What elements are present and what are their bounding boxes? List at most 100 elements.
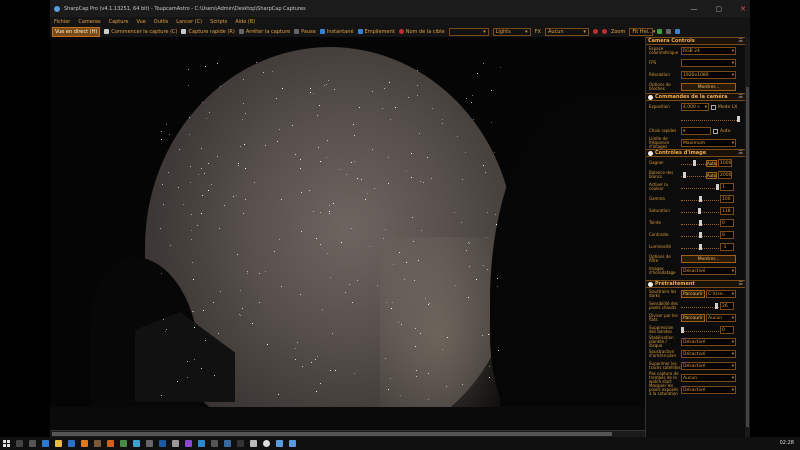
menu-scripts[interactable]: Scripts	[210, 19, 227, 25]
minimize-button[interactable]: —	[691, 5, 698, 13]
collapse-icon[interactable]	[648, 94, 653, 100]
target-name-button[interactable]: Nom de la cible	[398, 29, 445, 35]
gain-value[interactable]: 1000	[718, 159, 732, 167]
exposure-input[interactable]: 4,000 s ▾	[681, 103, 709, 111]
menu-cameras[interactable]: Cameras	[78, 19, 100, 25]
maximize-button[interactable]: ▢	[716, 5, 723, 13]
app-icon[interactable]	[237, 440, 244, 447]
slider-value[interactable]: 0	[720, 231, 734, 239]
white-balance-slider[interactable]	[681, 171, 706, 179]
slider-knob[interactable]	[681, 327, 684, 333]
slider-knob[interactable]	[715, 303, 718, 309]
app-icon[interactable]	[172, 440, 179, 447]
slider-knob[interactable]	[698, 208, 701, 214]
start-capture-button[interactable]: Commencer la capture (C)	[104, 29, 177, 35]
menu-view[interactable]: Vue	[136, 19, 145, 25]
lx-mode-checkbox[interactable]	[711, 104, 716, 110]
slider-knob[interactable]	[693, 160, 696, 166]
slider-knob[interactable]	[699, 220, 702, 226]
section-camera-commands[interactable]: Commandes de la caméra ☰	[646, 93, 746, 101]
gain-slider[interactable]	[681, 159, 706, 167]
adjust-slider[interactable]	[681, 195, 719, 203]
adjust-slider[interactable]	[681, 207, 719, 215]
target-name-select[interactable]: ▾	[448, 27, 489, 36]
panel-scrollbar-thumb[interactable]	[746, 87, 749, 427]
subtract-dark-select[interactable]: C:\Use... ▾	[706, 290, 736, 298]
crosshair-icon[interactable]	[601, 29, 607, 34]
menu-launch[interactable]: Lancer (C)	[176, 19, 202, 25]
quick-capture-button[interactable]: Capture rapide (R)	[181, 29, 235, 35]
background-sub-select[interactable]: Désactivé ▾	[681, 350, 736, 358]
menu-icon[interactable]: ☰	[739, 150, 743, 156]
menu-tools[interactable]: Outils	[154, 19, 168, 25]
color-enable-slider[interactable]	[681, 183, 719, 191]
stacking-button[interactable]: Empilement	[357, 29, 395, 35]
app-icon[interactable]	[211, 440, 218, 447]
photoshop-icon[interactable]	[159, 440, 166, 447]
app-icon[interactable]	[120, 440, 127, 447]
app-icon[interactable]	[224, 440, 231, 447]
pin-options-button[interactable]: Montrer...	[681, 83, 736, 91]
planet-stab-select[interactable]: Désactivé ▾	[681, 338, 736, 346]
slider-knob[interactable]	[716, 184, 719, 190]
search-icon[interactable]	[16, 440, 23, 447]
flat-browse-button[interactable]: Parcourir	[681, 314, 705, 322]
satellite-select[interactable]: Désactivé ▾	[681, 362, 736, 370]
mail-icon[interactable]	[68, 440, 75, 447]
slider-value[interactable]: 100	[720, 195, 734, 203]
menu-capture[interactable]: Capture	[109, 19, 129, 25]
pause-button[interactable]: Pause	[294, 29, 316, 35]
section-image-controls[interactable]: Contrôles d'image ☰	[646, 149, 746, 157]
slider-knob[interactable]	[683, 172, 686, 178]
wb-auto-button[interactable]: Auto	[706, 171, 717, 179]
histogram-icon[interactable]	[657, 29, 663, 34]
adjust-slider[interactable]	[681, 243, 719, 251]
vlc-icon[interactable]	[81, 440, 88, 447]
edge-icon[interactable]	[42, 440, 49, 447]
file-explorer-icon[interactable]	[55, 440, 62, 447]
scrollbar-thumb[interactable]	[52, 432, 612, 436]
slider-value[interactable]: -1	[720, 243, 734, 251]
hot-pixel-slider[interactable]	[681, 302, 719, 310]
sharpcap-icon[interactable]	[289, 440, 296, 447]
gear-icon[interactable]	[666, 29, 672, 34]
quick-choice-select[interactable]: ▾	[681, 127, 711, 135]
settings-icon[interactable]	[250, 440, 257, 447]
live-image-viewport[interactable]	[50, 37, 645, 430]
menu-icon[interactable]: ☰	[739, 94, 743, 100]
mask-select[interactable]: Désactivé ▾	[681, 386, 736, 394]
colorspace-select[interactable]: RGB 24 ▾	[681, 47, 736, 55]
app-icon[interactable]	[263, 440, 270, 447]
flat-select[interactable]: Aucun ▾	[706, 314, 736, 322]
app-icon[interactable]	[146, 440, 153, 447]
filter-options-button[interactable]: Montrer...	[681, 255, 736, 263]
hot-pixel-value[interactable]: 26	[720, 302, 734, 310]
framerate-limit-select[interactable]: Maximum ▾	[681, 139, 736, 147]
zoom-select[interactable]: Fit Hei... ▾	[629, 27, 655, 36]
slider-value[interactable]: 118	[720, 207, 734, 215]
slider-knob[interactable]	[699, 196, 702, 202]
close-button[interactable]: ✕	[740, 5, 746, 13]
section-preprocessing[interactable]: Prétraitement ☰	[646, 280, 746, 288]
auto-exposure-checkbox[interactable]	[713, 128, 718, 134]
chrome-icon[interactable]	[133, 440, 140, 447]
banding-value[interactable]: 0	[720, 326, 734, 334]
app-icon[interactable]	[94, 440, 101, 447]
slider-knob[interactable]	[737, 116, 740, 122]
vscode-icon[interactable]	[198, 440, 205, 447]
menu-icon[interactable]: ☰	[739, 281, 743, 287]
adjust-slider[interactable]	[681, 231, 719, 239]
horizontal-scrollbar[interactable]	[50, 430, 645, 437]
sharpcap-icon[interactable]	[276, 440, 283, 447]
subtract-dark-browse-button[interactable]: Parcourir	[681, 290, 705, 298]
fx-select[interactable]: Aucun ▾	[544, 27, 589, 36]
slider-value[interactable]: 0	[720, 219, 734, 227]
menu-icon[interactable]: ☰	[739, 38, 743, 44]
section-camera-controls[interactable]: Camera Controls ☰	[646, 37, 746, 45]
gain-auto-button[interactable]: Auto	[706, 159, 717, 167]
menu-file[interactable]: Fichier	[54, 19, 70, 25]
fps-select[interactable]: ▾	[681, 59, 736, 67]
resolution-select[interactable]: 1920x1080 ▾	[681, 71, 736, 79]
exposure-slider[interactable]	[681, 115, 740, 123]
task-view-icon[interactable]	[29, 440, 36, 447]
